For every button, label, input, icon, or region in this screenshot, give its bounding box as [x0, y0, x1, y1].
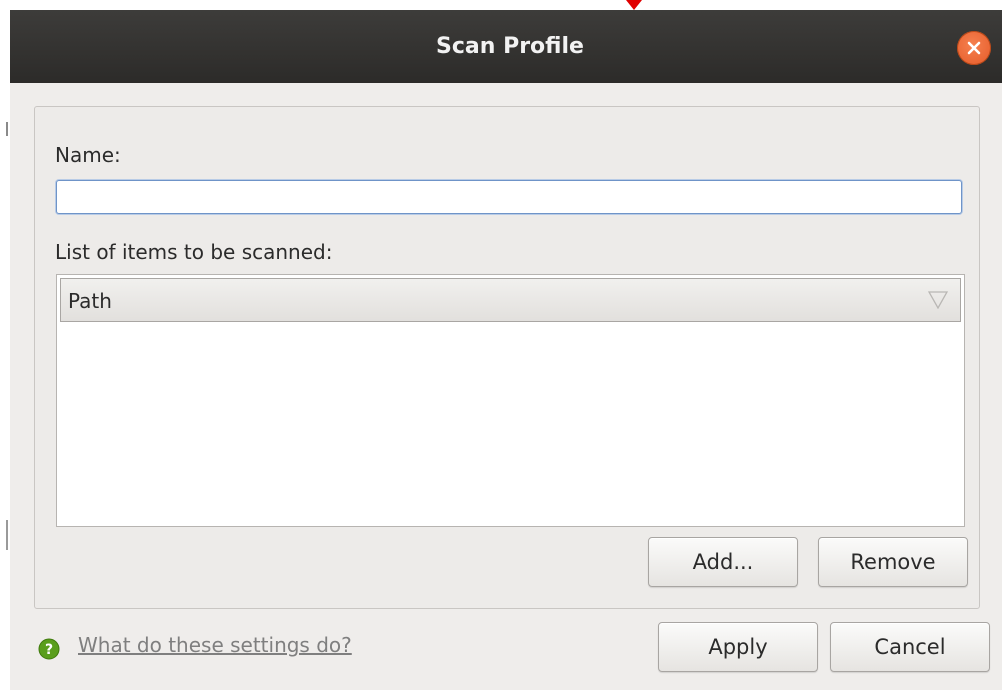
- name-label: Name:: [55, 143, 121, 167]
- cancel-button[interactable]: Cancel: [830, 622, 990, 672]
- apply-button[interactable]: Apply: [658, 622, 818, 672]
- column-header-path[interactable]: Path: [60, 278, 961, 322]
- items-list-label: List of items to be scanned:: [55, 240, 333, 264]
- background-window-mark: [6, 122, 8, 136]
- remove-button[interactable]: Remove: [818, 537, 968, 587]
- title-bar: Scan Profile: [10, 10, 1002, 83]
- help-icon[interactable]: ?: [38, 638, 60, 660]
- svg-text:?: ?: [45, 642, 53, 658]
- add-button[interactable]: Add...: [648, 537, 798, 587]
- dialog-title: Scan Profile: [436, 34, 584, 59]
- column-header-label: Path: [68, 289, 112, 313]
- scan-profile-dialog: Scan Profile Name: List of items to be s…: [10, 10, 1002, 690]
- background-window-mark: [6, 520, 8, 550]
- name-input[interactable]: [56, 180, 962, 214]
- sort-indicator-icon: [928, 291, 948, 309]
- scan-items-table[interactable]: Path: [56, 274, 965, 527]
- screen: Scan Profile Name: List of items to be s…: [0, 0, 1002, 690]
- pointer-marker-icon: [626, 0, 642, 10]
- close-icon: [967, 41, 981, 55]
- help-link[interactable]: What do these settings do?: [78, 633, 352, 657]
- background-window-edge: [0, 0, 10, 690]
- close-button[interactable]: [957, 31, 991, 65]
